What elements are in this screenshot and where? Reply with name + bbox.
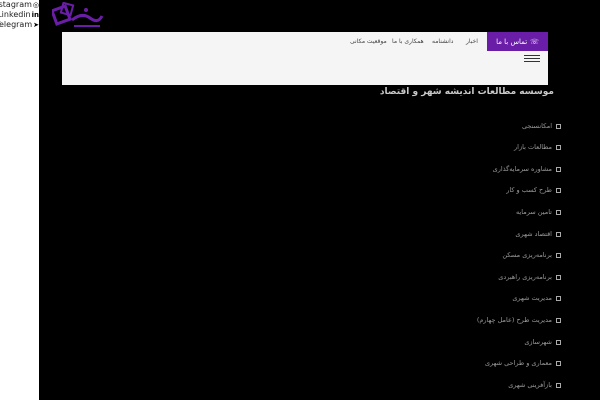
menu-item[interactable]: برنامه‌ریزی مسکن bbox=[502, 251, 561, 259]
menu-item-label: شهرسازی bbox=[524, 338, 552, 346]
site-logo[interactable] bbox=[52, 2, 104, 30]
menu-item[interactable]: مشاوره سرمایه‌گذاری bbox=[493, 165, 561, 173]
bullet-icon bbox=[556, 360, 561, 366]
bullet-icon bbox=[556, 339, 561, 345]
menu-item-label: امکانسنجی bbox=[521, 122, 552, 130]
menu-item-label: برنامه‌ریزی راهبردی bbox=[498, 273, 552, 281]
section-title: موسسه مطالعات اندیشه شهر و اقتصاد bbox=[379, 87, 554, 97]
bullet-icon bbox=[556, 317, 561, 323]
menu-item[interactable]: اقتصاد شهری bbox=[515, 230, 561, 238]
instagram-link[interactable]: Instagram ◎ bbox=[0, 0, 39, 10]
menu-item-label: طرح کسب و کار bbox=[506, 186, 552, 194]
linkedin-link[interactable]: Linkedin in bbox=[0, 10, 39, 20]
menu-item-label: بازآفرینی شهری bbox=[508, 381, 552, 389]
hamburger-menu-icon[interactable] bbox=[524, 55, 540, 65]
bullet-icon bbox=[556, 166, 561, 172]
bullet-icon bbox=[556, 187, 561, 193]
telegram-label: Telegram bbox=[0, 20, 33, 29]
bullet-icon bbox=[556, 382, 561, 388]
menu-item[interactable]: امکانسنجی bbox=[522, 122, 561, 130]
menu-item[interactable]: طرح کسب و کار bbox=[506, 186, 561, 194]
bullet-icon bbox=[556, 231, 561, 237]
instagram-label: Instagram bbox=[0, 0, 32, 9]
menu-item[interactable]: بازآفرینی شهری bbox=[508, 381, 561, 389]
social-links: Instagram ◎ Linkedin in Telegram ➤ bbox=[0, 0, 39, 30]
menu-item-label: مشاوره سرمایه‌گذاری bbox=[492, 165, 552, 173]
contact-us-label: تماس با ما bbox=[496, 37, 528, 46]
telegram-icon: ➤ bbox=[33, 21, 39, 29]
nav-cooperate[interactable]: همکاری با ما bbox=[392, 32, 424, 51]
menu-item-label: اقتصاد شهری bbox=[515, 230, 552, 238]
nav-encyclopedia[interactable]: دانشنامه bbox=[432, 32, 453, 51]
linkedin-label: Linkedin bbox=[0, 10, 31, 19]
menu-item[interactable]: معماری و طراحی شهری bbox=[485, 359, 561, 367]
menu-item[interactable]: مطالعات بازار bbox=[514, 143, 561, 151]
phone-icon: ☏ bbox=[530, 37, 539, 46]
menu-item[interactable]: تامین سرمایه bbox=[516, 208, 561, 216]
bullet-icon bbox=[556, 123, 561, 129]
menu-item[interactable]: مدیریت طرح (عامل چهارم) bbox=[477, 316, 561, 324]
menu-item-label: مدیریت شهری bbox=[512, 294, 552, 302]
menu-item[interactable]: برنامه‌ریزی راهبردی bbox=[498, 273, 561, 281]
nav-location[interactable]: موقعیت مکانی bbox=[350, 32, 387, 51]
bullet-icon bbox=[556, 252, 561, 258]
bullet-icon bbox=[556, 209, 561, 215]
instagram-icon: ◎ bbox=[32, 1, 39, 9]
menu-item[interactable]: مدیریت شهری bbox=[512, 294, 561, 302]
menu-item-label: برنامه‌ریزی مسکن bbox=[502, 251, 552, 259]
menu-item[interactable]: شهرسازی bbox=[524, 338, 561, 346]
contact-us-button[interactable]: تماس با ما ☏ bbox=[487, 32, 548, 51]
bullet-icon bbox=[556, 274, 561, 280]
linkedin-icon: in bbox=[31, 11, 39, 19]
menu-item-label: مدیریت طرح (عامل چهارم) bbox=[476, 316, 552, 324]
bullet-icon bbox=[556, 144, 561, 150]
menu-item-label: معماری و طراحی شهری bbox=[484, 359, 552, 367]
header-bar: تماس با ما ☏ اخبار دانشنامه همکاری با ما… bbox=[62, 32, 548, 85]
menu-item-label: مطالعات بازار bbox=[514, 143, 552, 151]
bullet-icon bbox=[556, 295, 561, 301]
menu-item-label: تامین سرمایه bbox=[515, 208, 552, 216]
page: Instagram ◎ Linkedin in Telegram ➤ تماس … bbox=[0, 0, 600, 400]
telegram-link[interactable]: Telegram ➤ bbox=[0, 20, 39, 30]
nav-news[interactable]: اخبار bbox=[466, 32, 478, 51]
